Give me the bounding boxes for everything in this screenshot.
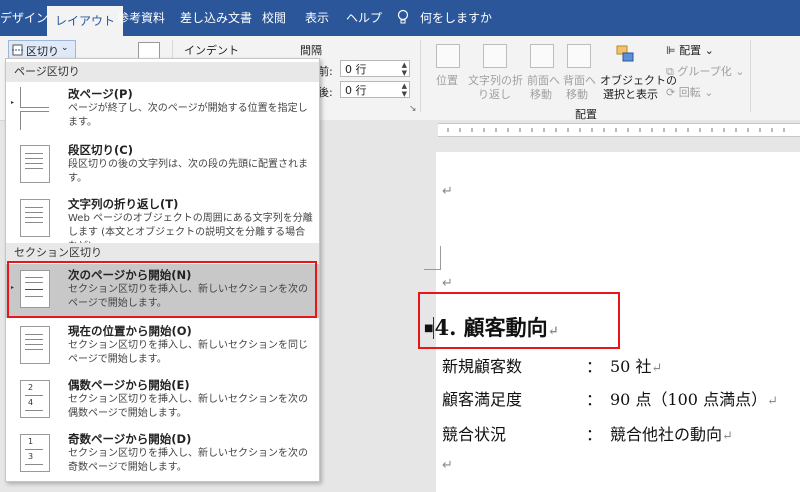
bring-forward-icon[interactable] — [530, 44, 554, 68]
doc-row-sep: ： — [586, 390, 603, 409]
rotate-button[interactable]: ⟳ 回転 ⌄ — [666, 84, 713, 100]
doc-row-sep: ： — [586, 425, 603, 444]
paragraph-mark: ↵ — [442, 184, 453, 199]
send-backward-icon[interactable] — [567, 44, 591, 68]
doc-row-value[interactable]: 50 社↵ — [610, 353, 662, 377]
doc-row-value[interactable]: 90 点（100 点満点）↵ — [610, 386, 778, 410]
text-wrapping-icon — [20, 199, 50, 237]
lightbulb-icon — [396, 0, 410, 36]
odd-page-section-break-item[interactable]: 13 奇数ページから開始(D) セクション区切りを挿入し、新しいセクションを次の… — [6, 428, 319, 480]
align-button[interactable]: ⊫ 配置 ⌄ — [666, 42, 714, 58]
margin-mark — [440, 246, 441, 270]
page-break-icon — [20, 87, 49, 108]
ribbon-tab-bar: デザイン レイアウト 参考資料 差し込み文書 校閲 表示 ヘルプ 何をしますか — [0, 0, 800, 36]
rotate-icon: ⟳ — [666, 86, 679, 99]
text-wrapping-break-item[interactable]: 文字列の折り返し(T) Web ページのオブジェクトの周囲にある文字列を分離しま… — [6, 193, 319, 252]
before-label: 前: — [318, 65, 333, 78]
dialog-launcher-icon[interactable]: ↘ — [409, 104, 417, 114]
position-icon[interactable] — [436, 44, 460, 68]
indent-label: インデント — [184, 44, 239, 57]
submenu-arrow-icon: ▸ — [11, 99, 15, 106]
paragraph-mark: ↵ — [442, 458, 453, 473]
column-break-item[interactable]: 段区切り(C) 段区切りの後の文字列は、次の段の先頭に配置されます。 — [6, 139, 319, 193]
group-button[interactable]: ⧉ グループ化 ⌄ — [666, 63, 744, 79]
after-label: 後: — [318, 86, 333, 99]
tab-design[interactable]: デザイン — [0, 0, 48, 36]
highlight-box-heading — [418, 292, 620, 349]
wrap-text-icon[interactable] — [483, 44, 507, 68]
tab-view[interactable]: 表示 — [305, 0, 329, 36]
doc-row[interactable]: 競合状況 — [442, 421, 506, 445]
align-icon: ⊫ — [666, 44, 680, 57]
continuous-icon — [20, 326, 50, 364]
spacing-before-input[interactable]: 0 行 ▲ ▼ — [340, 60, 410, 77]
page-break-icon-lower — [20, 111, 49, 130]
selection-pane-label-2: 選択と表示 — [603, 88, 658, 101]
breaks-icon — [12, 44, 24, 56]
tab-references[interactable]: 参考資料 — [117, 0, 165, 36]
bring-forward-label-2: 移動 — [530, 88, 552, 101]
selection-pane-icon[interactable] — [614, 44, 638, 66]
paragraph-mark: ↵ — [442, 276, 453, 291]
send-backward-label-2: 移動 — [566, 88, 588, 101]
tab-review[interactable]: 校閲 — [262, 0, 286, 36]
breaks-button[interactable]: 区切り ⌄ — [8, 40, 76, 60]
horizontal-ruler[interactable] — [318, 120, 800, 138]
chevron-down-icon: ⌄ — [61, 43, 69, 53]
page-break-item[interactable]: ▸ 改ページ(P) ページが終了し、次のページが開始する位置を指定します。 — [6, 83, 319, 139]
doc-row[interactable]: 顧客満足度 — [442, 386, 522, 410]
even-page-icon: 24 — [20, 380, 50, 418]
tab-layout[interactable]: レイアウト — [47, 6, 124, 36]
doc-row-value[interactable]: 競合他社の動向↵ — [610, 421, 733, 445]
spacing-label: 間隔 — [300, 44, 322, 57]
tab-mailings[interactable]: 差し込み文書 — [180, 0, 252, 36]
position-button[interactable]: 位置 — [436, 72, 458, 88]
spacing-after-input[interactable]: 0 行 ▲ ▼ — [340, 81, 410, 98]
wrap-text-label-2: り返し — [478, 88, 511, 101]
section-breaks-header: セクション区切り — [6, 243, 319, 263]
column-break-icon — [20, 145, 50, 183]
group-icon: ⧉ — [666, 65, 678, 78]
doc-row[interactable]: 新規顧客数 — [442, 353, 522, 377]
even-page-section-break-item[interactable]: 24 偶数ページから開始(E) セクション区切りを挿入し、新しいセクションを次の… — [6, 374, 319, 428]
margin-mark-horizontal — [424, 269, 441, 270]
tab-help[interactable]: ヘルプ — [346, 0, 382, 36]
ruler-bar — [438, 123, 800, 137]
highlight-box-next-page — [7, 261, 317, 318]
doc-row-sep: ： — [586, 357, 603, 376]
odd-page-icon: 13 — [20, 434, 50, 472]
page-breaks-header: ページ区切り — [6, 62, 319, 82]
tell-me-search[interactable]: 何をしますか — [420, 0, 492, 36]
breaks-label: 区切り — [26, 45, 59, 58]
continuous-section-break-item[interactable]: 現在の位置から開始(O) セクション区切りを挿入し、新しいセクションを同じページ… — [6, 320, 319, 374]
